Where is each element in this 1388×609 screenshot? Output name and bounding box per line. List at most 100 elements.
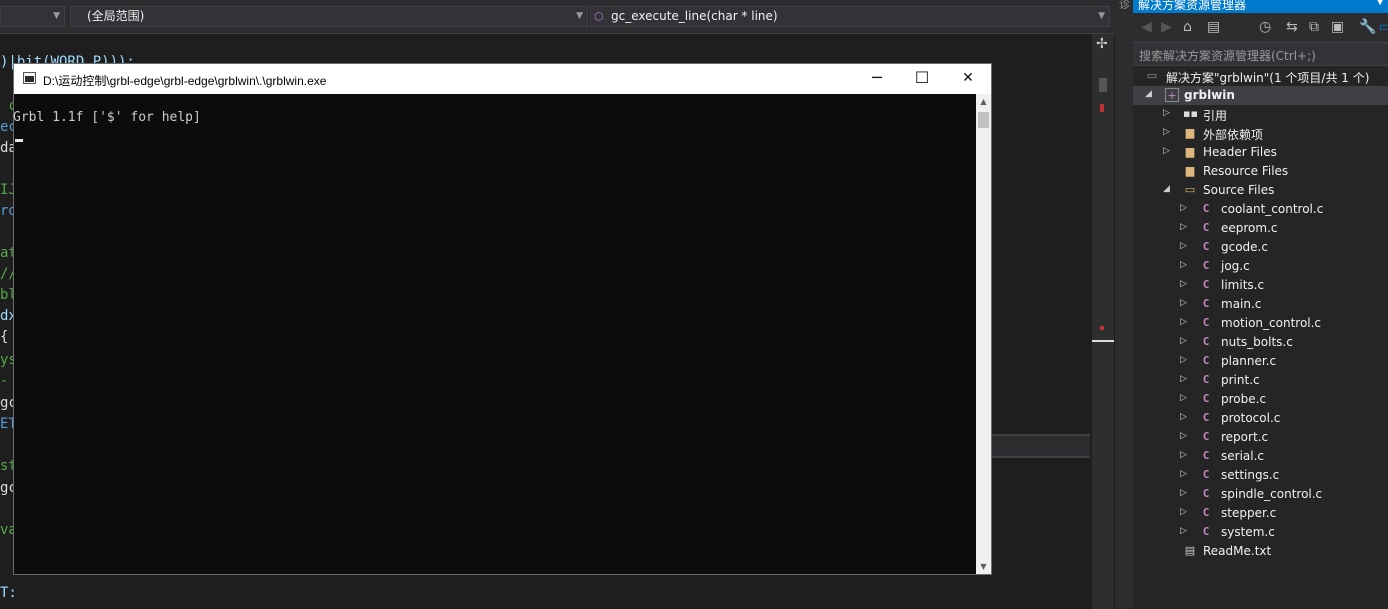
console-scroll-thumb[interactable] — [978, 112, 989, 128]
source-file-label: coolant_control.c — [1221, 202, 1324, 216]
code-line: - — [0, 373, 9, 389]
tree-node-readme[interactable]: ▤ ReadMe.txt — [1133, 542, 1388, 561]
maximize-button[interactable]: ☐ — [899, 64, 945, 94]
c-file-icon: C — [1202, 221, 1210, 234]
diagnostics-tab-icon[interactable]: 诊 — [1119, 0, 1130, 12]
collapse-all-icon[interactable]: ⧉ — [1309, 19, 1319, 35]
source-file-item[interactable]: ▷ Cjog.c — [1133, 257, 1388, 276]
references-icon: ▪▪ — [1183, 107, 1198, 120]
expand-icon[interactable]: ▷ — [1180, 488, 1187, 498]
home-icon[interactable]: ⌂ — [1183, 19, 1192, 35]
project-node[interactable]: ◢ + grblwin — [1133, 86, 1388, 105]
show-all-files-icon[interactable]: ▣ — [1331, 19, 1344, 35]
source-file-item[interactable]: ▷ Cmotion_control.c — [1133, 314, 1388, 333]
c-file-icon: C — [1202, 335, 1210, 348]
console-title-bar[interactable]: D:\运动控制\grbl-edge\grbl-edge\grblwin\.\gr… — [14, 64, 991, 94]
solution-explorer-title-bar[interactable]: 解决方案资源管理器 ▼ — [1133, 0, 1388, 13]
source-file-item[interactable]: ▷ Cmain.c — [1133, 295, 1388, 314]
tool-window-strip: 诊 — [1115, 0, 1134, 609]
source-file-item[interactable]: ▷ Cprotocol.c — [1133, 409, 1388, 428]
solution-explorer-search[interactable]: 搜索解决方案资源管理器(Ctrl+;) — [1133, 42, 1388, 66]
back-icon[interactable]: ◀ — [1141, 19, 1152, 35]
console-window[interactable]: D:\运动控制\grbl-edge\grbl-edge\grblwin\.\gr… — [13, 64, 991, 574]
source-file-item[interactable]: ▷ Cprint.c — [1133, 371, 1388, 390]
expand-icon[interactable]: ▷ — [1180, 260, 1187, 270]
pending-changes-icon[interactable]: ◷ — [1259, 19, 1271, 35]
console-title: D:\运动控制\grbl-edge\grbl-edge\grblwin\.\gr… — [43, 74, 327, 88]
collapse-icon[interactable]: ◢ — [1145, 89, 1152, 99]
caret-marker — [1092, 340, 1114, 342]
expand-icon[interactable]: ▷ — [1180, 222, 1187, 232]
scroll-thumb[interactable] — [1099, 78, 1107, 92]
source-file-item[interactable]: ▷ Cspindle_control.c — [1133, 485, 1388, 504]
console-output-area[interactable]: Grbl 1.1f ['$' for help] — [13, 94, 976, 574]
source-file-label: print.c — [1221, 373, 1260, 387]
scroll-up-arrow-icon[interactable]: ▲ — [976, 94, 991, 109]
source-file-item[interactable]: ▷ Cstepper.c — [1133, 504, 1388, 523]
source-file-item[interactable]: ▷ Cplanner.c — [1133, 352, 1388, 371]
expand-icon[interactable]: ▷ — [1180, 279, 1187, 289]
expand-icon[interactable]: ▷ — [1163, 146, 1170, 156]
source-file-label: gcode.c — [1221, 240, 1268, 254]
source-file-item[interactable]: ▷ Ceeprom.c — [1133, 219, 1388, 238]
source-file-item[interactable]: ▷ Creport.c — [1133, 428, 1388, 447]
source-file-item[interactable]: ▷ Csettings.c — [1133, 466, 1388, 485]
expand-icon[interactable]: ▷ — [1180, 317, 1187, 327]
expand-icon[interactable]: ▷ — [1180, 298, 1187, 308]
preview-icon[interactable]: ▭ — [1379, 19, 1388, 35]
close-button[interactable]: ✕ — [945, 64, 991, 94]
scope-dropdown[interactable]: (全局范围) ▼ — [70, 6, 588, 27]
source-file-label: serial.c — [1221, 449, 1265, 463]
expand-icon[interactable]: ▷ — [1180, 507, 1187, 517]
expand-icon[interactable]: ▷ — [1180, 374, 1187, 384]
c-file-icon: C — [1202, 468, 1210, 481]
forward-icon[interactable]: ▶ — [1161, 19, 1172, 35]
project-dropdown[interactable]: ▼ — [0, 6, 65, 27]
scroll-down-arrow-icon[interactable]: ▼ — [976, 559, 991, 574]
source-file-label: protocol.c — [1221, 411, 1281, 425]
c-file-icon: C — [1202, 373, 1210, 386]
expand-icon[interactable]: ▷ — [1163, 108, 1170, 118]
panel-dropdown-icon[interactable]: ▼ — [1376, 0, 1384, 7]
expand-icon[interactable]: ▷ — [1180, 355, 1187, 365]
editor-split-bar[interactable] — [990, 434, 1090, 458]
minimize-button[interactable]: ─ — [854, 64, 900, 94]
source-file-label: spindle_control.c — [1221, 487, 1323, 501]
expand-icon[interactable]: ▷ — [1180, 431, 1187, 441]
tree-node-resource-files[interactable]: ▆ Resource Files — [1133, 162, 1388, 181]
expand-icon[interactable]: ▷ — [1180, 393, 1187, 403]
expand-icon[interactable]: ▷ — [1180, 336, 1187, 346]
expand-icon[interactable]: ▷ — [1163, 127, 1170, 137]
sync-icon[interactable]: ⇆ — [1286, 19, 1298, 35]
source-file-item[interactable]: ▷ Cprobe.c — [1133, 390, 1388, 409]
solution-node[interactable]: ▭ 解决方案"grblwin"(1 个项目/共 1 个) — [1133, 67, 1388, 86]
expand-icon[interactable]: ▷ — [1180, 469, 1187, 479]
tree-node-source-files[interactable]: ◢ ▭ Source Files — [1133, 181, 1388, 200]
source-file-item[interactable]: ▷ Cserial.c — [1133, 447, 1388, 466]
tree-node-header-files[interactable]: ▷ ▆ Header Files — [1133, 143, 1388, 162]
cpp-project-icon: + — [1165, 88, 1179, 102]
collapse-icon[interactable]: ◢ — [1163, 184, 1170, 194]
expand-icon[interactable]: ▷ — [1180, 526, 1187, 536]
source-file-item[interactable]: ▷ Ccoolant_control.c — [1133, 200, 1388, 219]
source-file-item[interactable]: ▷ Cgcode.c — [1133, 238, 1388, 257]
expand-icon[interactable]: ▷ — [1180, 412, 1187, 422]
function-dropdown[interactable]: ⬡ gc_execute_line(char * line) ▼ — [590, 6, 1110, 27]
console-scrollbar[interactable]: ▲ ▼ — [976, 94, 991, 574]
expand-icon[interactable]: ▷ — [1180, 203, 1187, 213]
tree-node-external-deps[interactable]: ▷ ▆ 外部依赖项 — [1133, 124, 1388, 143]
source-file-item[interactable]: ▷ Climits.c — [1133, 276, 1388, 295]
tree-node-references[interactable]: ▷ ▪▪ 引用 — [1133, 105, 1388, 124]
switch-views-icon[interactable]: ▤ — [1207, 19, 1220, 35]
editor-vertical-scrollbar[interactable]: ✢ — [1092, 34, 1114, 609]
c-file-icon: C — [1202, 392, 1210, 405]
properties-icon[interactable]: 🔧 — [1359, 19, 1376, 35]
expand-icon[interactable]: ▷ — [1180, 450, 1187, 460]
source-file-label: eeprom.c — [1221, 221, 1278, 235]
expand-icon[interactable]: ▷ — [1180, 241, 1187, 251]
c-file-icon: C — [1202, 354, 1210, 367]
source-file-item[interactable]: ▷ Cnuts_bolts.c — [1133, 333, 1388, 352]
split-icon[interactable]: ✢ — [1096, 36, 1108, 52]
source-file-item[interactable]: ▷ Csystem.c — [1133, 523, 1388, 542]
console-app-icon — [23, 72, 36, 84]
